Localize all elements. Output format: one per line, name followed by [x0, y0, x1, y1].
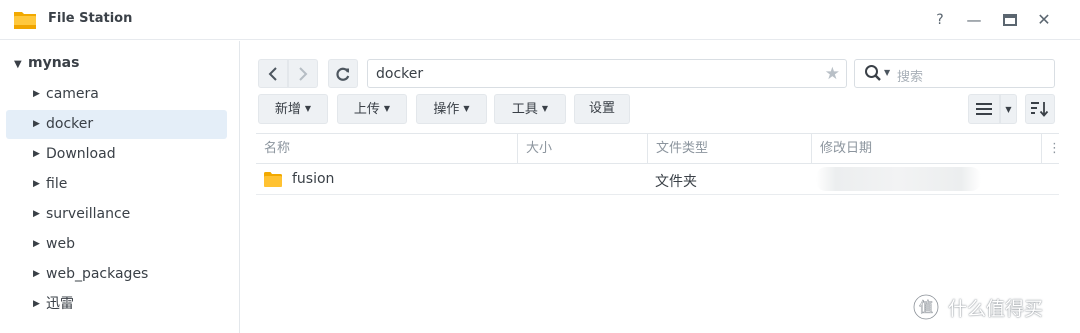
- settings-button[interactable]: 设置: [574, 94, 630, 124]
- refresh-icon: [336, 67, 350, 81]
- folder-tree: ▼ mynas ▶ camera ▶ docker ▶ Download ▶ fi…: [0, 41, 240, 333]
- upload-button[interactable]: 上传 ▼: [337, 94, 407, 124]
- chevron-right-icon: [299, 67, 308, 81]
- tree-item-label: Download: [46, 146, 116, 162]
- search-icon[interactable]: [864, 64, 882, 82]
- caret-down-icon: ▼: [383, 104, 391, 113]
- tree-item-web[interactable]: ▶ web: [6, 230, 227, 259]
- sort-icon: [1031, 102, 1049, 117]
- svg-text:值: 值: [919, 300, 933, 316]
- forward-button[interactable]: [288, 59, 318, 88]
- star-icon[interactable]: ★: [825, 64, 840, 84]
- caret-right-icon[interactable]: ▶: [33, 140, 40, 169]
- file-station-icon: [14, 12, 36, 29]
- path-bar[interactable]: docker ★: [367, 59, 847, 88]
- tree-item-file[interactable]: ▶ file: [6, 170, 227, 199]
- new-button[interactable]: 新增 ▼: [258, 94, 328, 124]
- caret-down-icon[interactable]: ▼: [884, 68, 890, 77]
- tree-item-xunlei[interactable]: ▶ 迅雷: [6, 290, 227, 319]
- column-modified[interactable]: 修改日期: [811, 134, 1041, 163]
- tree-item-camera[interactable]: ▶ camera: [6, 80, 227, 109]
- tree-item-label: 迅雷: [46, 296, 74, 312]
- tree-item-surveillance[interactable]: ▶ surveillance: [6, 200, 227, 229]
- new-label: 新增: [274, 102, 301, 117]
- maximize-icon: [1003, 14, 1017, 26]
- back-button[interactable]: [258, 59, 288, 88]
- caret-down-icon: ▼: [541, 104, 549, 113]
- tree-item-web-packages[interactable]: ▶ web_packages: [6, 260, 227, 289]
- action-button[interactable]: 操作 ▼: [416, 94, 487, 124]
- smzdm-logo-icon: 值: [912, 293, 940, 321]
- caret-down-icon: ▼: [1005, 105, 1012, 114]
- view-mode-dropdown[interactable]: ▼: [1000, 94, 1017, 124]
- column-menu-icon[interactable]: ⋮: [1041, 134, 1061, 163]
- window-title: File Station: [48, 11, 133, 26]
- close-button[interactable]: ✕: [1032, 8, 1056, 32]
- tools-button[interactable]: 工具 ▼: [494, 94, 566, 124]
- caret-right-icon[interactable]: ▶: [33, 260, 40, 289]
- file-browser-main: docker ★ ▼ 搜索 新增 ▼ 上传 ▼ 操作 ▼ 工具 ▼ 设置 ▼ 名称 大: [241, 41, 1080, 333]
- tree-item-label: docker: [46, 116, 94, 132]
- search-input[interactable]: ▼ 搜索: [854, 59, 1055, 88]
- column-type[interactable]: 文件类型: [647, 134, 811, 163]
- current-path: docker: [376, 66, 424, 82]
- tree-item-download[interactable]: ▶ Download: [6, 140, 227, 169]
- folder-icon: [264, 172, 282, 187]
- modified-date-blurred: [816, 167, 981, 191]
- refresh-button[interactable]: [328, 59, 358, 88]
- tree-item-label: camera: [46, 86, 99, 102]
- watermark-text: 什么值得买: [948, 298, 1044, 320]
- search-placeholder: 搜索: [897, 70, 924, 85]
- caret-right-icon[interactable]: ▶: [33, 80, 40, 109]
- title-bar: File Station ? — ✕: [0, 0, 1080, 40]
- column-name[interactable]: 名称: [256, 134, 517, 163]
- help-button[interactable]: ?: [928, 8, 952, 32]
- action-label: 操作: [433, 102, 460, 117]
- minimize-button[interactable]: —: [962, 8, 986, 32]
- file-type: 文件夹: [655, 174, 697, 190]
- sort-button[interactable]: [1025, 94, 1055, 124]
- caret-right-icon[interactable]: ▶: [33, 200, 40, 229]
- maximize-button[interactable]: [998, 8, 1022, 32]
- file-name: fusion: [292, 171, 335, 187]
- caret-right-icon[interactable]: ▶: [33, 290, 40, 319]
- tree-root-label: mynas: [28, 55, 80, 71]
- tree-item-label: surveillance: [46, 206, 131, 222]
- upload-label: 上传: [353, 102, 380, 117]
- tree-root-mynas[interactable]: ▼ mynas: [14, 55, 79, 75]
- caret-right-icon[interactable]: ▶: [33, 230, 40, 259]
- chevron-left-icon: [268, 67, 277, 81]
- tree-item-label: file: [46, 176, 68, 192]
- table-header: 名称 大小 文件类型 修改日期 ⋮: [256, 133, 1061, 164]
- caret-down-icon: ▼: [463, 104, 470, 113]
- tools-label: 工具: [511, 102, 538, 117]
- tree-item-docker[interactable]: ▶ docker: [6, 110, 227, 139]
- tree-item-label: web: [46, 236, 75, 252]
- tree-item-label: web_packages: [46, 266, 149, 282]
- caret-right-icon[interactable]: ▶: [33, 110, 40, 139]
- list-view-button[interactable]: [968, 94, 1000, 124]
- caret-down-icon: ▼: [304, 104, 312, 113]
- caret-right-icon[interactable]: ▶: [33, 170, 40, 199]
- table-row[interactable]: fusion 文件夹: [256, 164, 1059, 195]
- caret-down-icon[interactable]: ▼: [14, 59, 24, 70]
- list-view-icon: [976, 103, 992, 115]
- column-size[interactable]: 大小: [517, 134, 647, 163]
